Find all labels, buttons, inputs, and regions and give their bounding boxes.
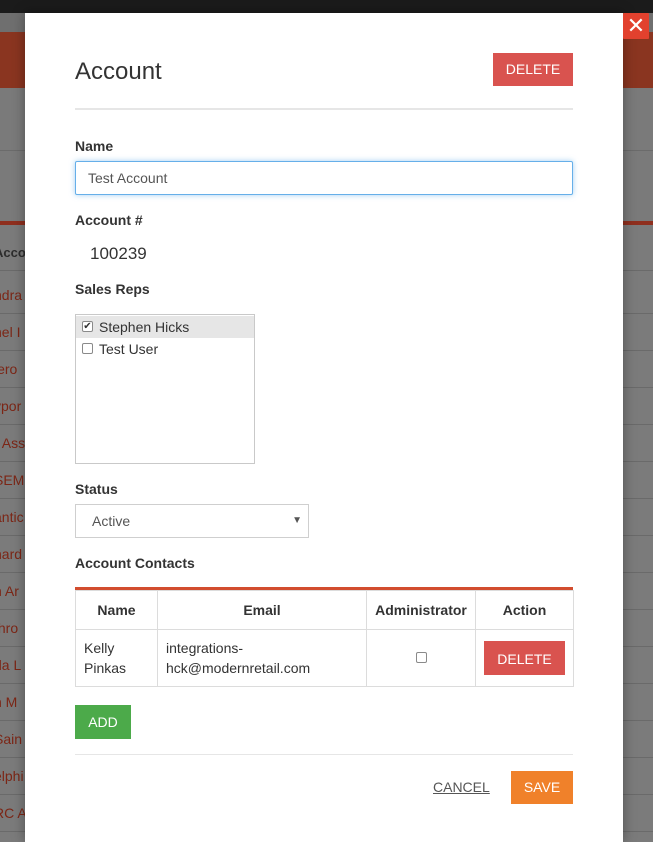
sales-rep-name: Stephen Hicks <box>99 319 190 335</box>
action-cell: DELETE <box>475 629 574 687</box>
footer-divider <box>75 754 573 755</box>
contacts-table: Name Email Administrator Action Kelly Pi… <box>75 590 574 687</box>
administrator-checkbox[interactable] <box>415 652 427 663</box>
delete-account-button[interactable]: DELETE <box>493 53 573 86</box>
account-contacts-label: Account Contacts <box>75 555 195 571</box>
status-selected-value: Active <box>92 513 131 529</box>
column-header-administrator: Administrator <box>366 590 476 630</box>
column-header-email: Email <box>157 590 367 630</box>
table-row: Kelly Pinkas integrations-hck@modernreta… <box>75 629 574 687</box>
chevron-down-icon: ▼ <box>292 515 302 526</box>
add-contact-button[interactable]: ADD <box>75 705 131 739</box>
account-number-label: Account # <box>75 212 143 228</box>
column-header-action: Action <box>475 590 574 630</box>
contact-email: integrations-hck@modernretail.com <box>157 629 367 687</box>
checkbox-icon[interactable] <box>82 343 93 354</box>
column-header-name: Name <box>75 590 158 630</box>
sales-reps-label: Sales Reps <box>75 281 150 297</box>
sales-rep-option[interactable]: ✔ Stephen Hicks <box>76 316 254 338</box>
table-header-row: Name Email Administrator Action <box>75 590 574 630</box>
header-divider <box>75 108 573 110</box>
status-select[interactable]: Active ▼ <box>75 504 309 538</box>
contacts-table-wrapper: Name Email Administrator Action Kelly Pi… <box>75 587 574 687</box>
status-label: Status <box>75 481 118 497</box>
modal-title: Account <box>75 58 162 85</box>
background-top-bar <box>0 0 653 13</box>
sales-rep-name: Test User <box>99 341 159 357</box>
cancel-link[interactable]: CANCEL <box>433 779 490 795</box>
delete-contact-button[interactable]: DELETE <box>484 641 565 675</box>
sales-rep-option[interactable]: Test User <box>76 338 254 360</box>
sales-reps-list[interactable]: ✔ Stephen Hicks Test User <box>75 314 255 464</box>
administrator-cell <box>366 629 476 687</box>
contact-name: Kelly Pinkas <box>75 629 158 687</box>
name-label: Name <box>75 138 114 154</box>
name-input[interactable] <box>75 161 573 195</box>
save-button[interactable]: SAVE <box>511 771 573 804</box>
checkbox-checked-icon[interactable]: ✔ <box>82 321 93 332</box>
account-modal: Account DELETE Name Account # 100239 Sal… <box>25 13 623 842</box>
account-number-value: 100239 <box>90 244 147 263</box>
close-icon[interactable]: ✕ <box>623 13 649 39</box>
